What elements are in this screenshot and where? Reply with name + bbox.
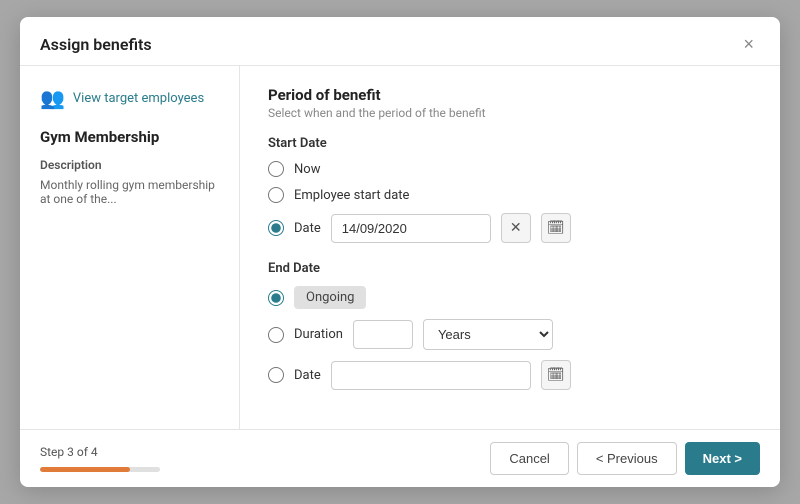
start-date-calendar-icon[interactable]: 🗓 (541, 213, 571, 243)
start-date-date-option: Date ✕ 🗓 (268, 213, 752, 243)
start-date-date-label: Date (294, 221, 321, 236)
end-date-section: End Date Ongoing Duration Days We (268, 261, 752, 390)
modal-header: Assign benefits × (20, 17, 780, 66)
description-text: Monthly rolling gym membership at one of… (40, 178, 219, 206)
start-date-now-option: Now (268, 161, 752, 177)
end-date-label: End Date (268, 261, 752, 276)
right-panel: Period of benefit Select when and the pe… (240, 66, 780, 429)
modal-footer: Step 3 of 4 Cancel < Previous Next > (20, 429, 780, 487)
end-date-duration-option: Duration Days Weeks Months Years (268, 319, 752, 350)
description-label: Description (40, 158, 219, 172)
duration-value-input[interactable] (353, 320, 413, 349)
start-date-clear-icon[interactable]: ✕ (501, 213, 531, 243)
end-date-ongoing-option: Ongoing (268, 286, 752, 309)
end-date-duration-label: Duration (294, 327, 343, 342)
end-date-ongoing-radio[interactable] (268, 290, 284, 306)
view-employees-link[interactable]: View target employees (73, 91, 204, 106)
start-date-label: Start Date (268, 136, 752, 151)
progress-bar-container (40, 467, 160, 472)
end-date-ongoing-label: Ongoing (294, 286, 366, 309)
end-date-input[interactable] (331, 361, 531, 390)
next-button[interactable]: Next > (685, 442, 760, 475)
start-date-input[interactable] (331, 214, 491, 243)
progress-bar-fill (40, 467, 130, 472)
start-date-now-label: Now (294, 162, 320, 177)
previous-button[interactable]: < Previous (577, 442, 677, 475)
end-date-duration-radio[interactable] (268, 327, 284, 343)
end-date-date-label: Date (294, 368, 321, 383)
ongoing-badge: Ongoing (294, 286, 366, 309)
step-progress-block: Step 3 of 4 (40, 445, 160, 472)
start-date-employee-radio[interactable] (268, 187, 284, 203)
start-date-employee-option: Employee start date (268, 187, 752, 203)
end-date-date-radio[interactable] (268, 367, 284, 383)
left-panel: 👥 View target employees Gym Membership D… (20, 66, 240, 429)
footer-buttons: Cancel < Previous Next > (490, 442, 760, 475)
step-label: Step 3 of 4 (40, 445, 160, 459)
modal-body: 👥 View target employees Gym Membership D… (20, 66, 780, 429)
assign-benefits-modal: Assign benefits × 👥 View target employee… (20, 17, 780, 487)
view-employees-section: 👥 View target employees (40, 86, 219, 110)
start-date-now-radio[interactable] (268, 161, 284, 177)
start-date-employee-label: Employee start date (294, 188, 409, 203)
cancel-button[interactable]: Cancel (490, 442, 568, 475)
modal-title: Assign benefits (40, 35, 152, 54)
section-subtitle: Select when and the period of the benefi… (268, 106, 752, 120)
employees-icon: 👥 (40, 86, 65, 110)
end-date-date-option: Date 🗓 (268, 360, 752, 390)
benefit-name: Gym Membership (40, 128, 219, 146)
close-button[interactable]: × (737, 33, 760, 55)
start-date-date-radio[interactable] (268, 220, 284, 236)
end-date-calendar-icon[interactable]: 🗓 (541, 360, 571, 390)
duration-unit-select[interactable]: Days Weeks Months Years (423, 319, 553, 350)
modal-overlay: Assign benefits × 👥 View target employee… (0, 0, 800, 504)
section-title: Period of benefit (268, 86, 752, 104)
